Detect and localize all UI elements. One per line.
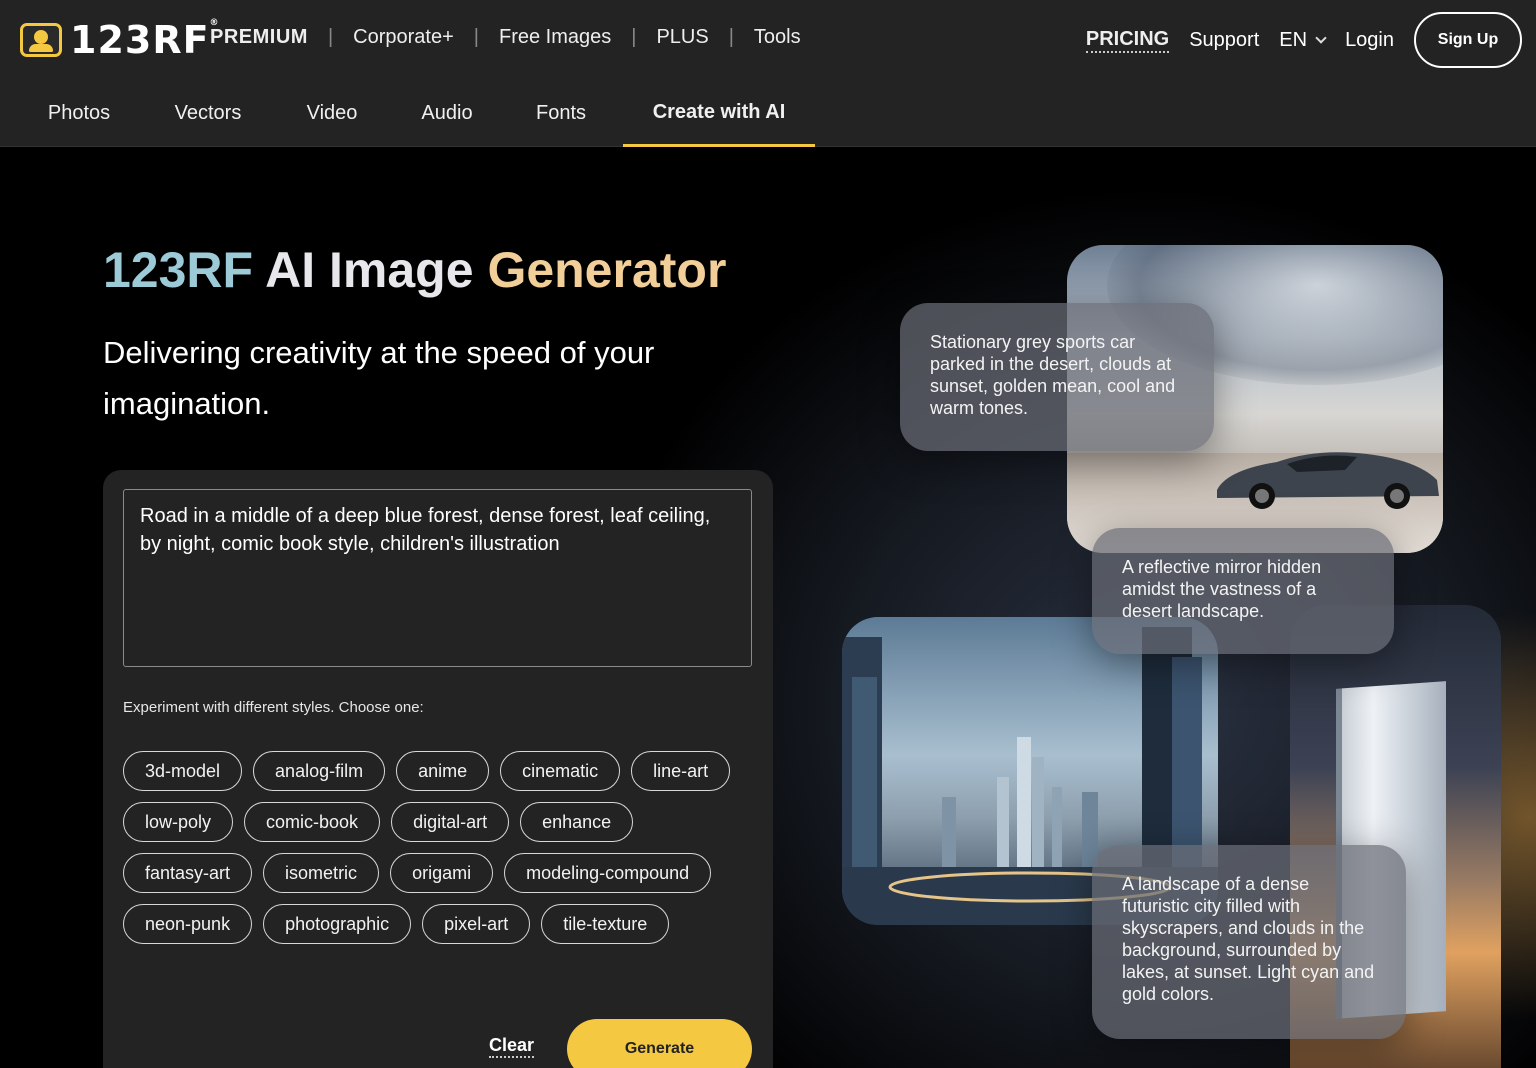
style-chip-pixel-art[interactable]: pixel-art xyxy=(422,904,531,944)
pricing-link[interactable]: PRICING xyxy=(1085,28,1170,53)
topnav-corporate-plus[interactable]: Corporate+ xyxy=(353,26,454,49)
tab-audio[interactable]: Audio xyxy=(400,80,494,147)
camera-logo-icon xyxy=(20,23,62,57)
style-chip-3d-model[interactable]: 3d-model xyxy=(123,751,243,791)
style-chip-photographic[interactable]: photographic xyxy=(263,904,412,944)
generate-button[interactable]: Generate xyxy=(567,1019,752,1068)
prompt-input[interactable]: Road in a middle of a deep blue forest, … xyxy=(123,489,752,667)
style-chips: 3d-model analog-film anime cinematic lin… xyxy=(123,751,763,944)
style-chip-tile-texture[interactable]: tile-texture xyxy=(541,904,670,944)
brand-name: 123RF® xyxy=(70,18,220,62)
category-tabs: Photos Vectors Video Audio Fonts Create … xyxy=(0,80,1536,147)
nav-separator: | xyxy=(473,26,479,48)
style-chip-isometric[interactable]: isometric xyxy=(263,853,380,893)
nav-separator: | xyxy=(327,26,334,48)
language-label: EN xyxy=(1279,28,1308,51)
car-illustration xyxy=(1217,452,1439,509)
top-nav: PREMIUM | Corporate+ | Free Images | PLU… xyxy=(210,26,801,49)
style-chip-enhance[interactable]: enhance xyxy=(520,802,634,842)
top-header: 123RF® PREMIUM | Corporate+ | Free Image… xyxy=(0,0,1536,80)
support-link[interactable]: Support xyxy=(1189,29,1259,52)
account-nav: PRICING Support EN Login Sign Up xyxy=(1085,12,1522,68)
title-end: Generator xyxy=(487,242,727,298)
generator-panel: Road in a middle of a deep blue forest, … xyxy=(103,470,773,1068)
brand-logo[interactable]: 123RF® xyxy=(20,18,220,62)
topnav-free-images[interactable]: Free Images xyxy=(499,26,611,49)
style-chip-modeling-compound[interactable]: modeling-compound xyxy=(504,853,712,893)
tab-video[interactable]: Video xyxy=(282,80,382,147)
style-chip-cinematic[interactable]: cinematic xyxy=(500,751,621,791)
style-chip-digital-art[interactable]: digital-art xyxy=(391,802,510,842)
caption-city: A landscape of a dense futuristic city f… xyxy=(1092,845,1406,1039)
caption-mirror: A reflective mirror hidden amidst the va… xyxy=(1092,528,1394,654)
style-chip-anime[interactable]: anime xyxy=(396,751,490,791)
style-chip-comic-book[interactable]: comic-book xyxy=(244,802,381,842)
style-chip-line-art[interactable]: line-art xyxy=(631,751,731,791)
topnav-premium[interactable]: PREMIUM xyxy=(210,26,308,49)
style-chip-neon-punk[interactable]: neon-punk xyxy=(123,904,253,944)
signup-button[interactable]: Sign Up xyxy=(1414,12,1522,68)
styles-label: Experiment with different styles. Choose… xyxy=(123,699,424,716)
clear-button[interactable]: Clear xyxy=(489,1035,535,1058)
nav-separator: | xyxy=(631,26,637,48)
tab-create-with-ai[interactable]: Create with AI xyxy=(623,80,815,147)
style-chip-fantasy-art[interactable]: fantasy-art xyxy=(123,853,253,893)
login-link[interactable]: Login xyxy=(1345,29,1394,52)
style-chip-origami[interactable]: origami xyxy=(390,853,494,893)
caption-car: Stationary grey sports car parked in the… xyxy=(900,303,1214,451)
tab-fonts[interactable]: Fonts xyxy=(512,80,610,147)
page-title: 123RF AI Image Generator xyxy=(103,241,726,299)
nav-separator: | xyxy=(728,26,734,48)
topnav-plus[interactable]: PLUS xyxy=(656,26,708,49)
tab-vectors[interactable]: Vectors xyxy=(152,80,264,147)
title-brand: 123RF xyxy=(103,242,254,298)
language-selector[interactable]: EN xyxy=(1279,28,1327,52)
style-chip-low-poly[interactable]: low-poly xyxy=(123,802,234,842)
title-middle: AI Image xyxy=(265,242,474,298)
style-chip-analog-film[interactable]: analog-film xyxy=(253,751,386,791)
chevron-down-icon xyxy=(1315,31,1327,44)
topnav-tools[interactable]: Tools xyxy=(754,26,801,49)
page-subtitle: Delivering creativity at the speed of yo… xyxy=(103,335,655,421)
hero-section: 123RF AI Image Generator Delivering crea… xyxy=(0,147,1536,1068)
tab-photos[interactable]: Photos xyxy=(23,80,135,147)
